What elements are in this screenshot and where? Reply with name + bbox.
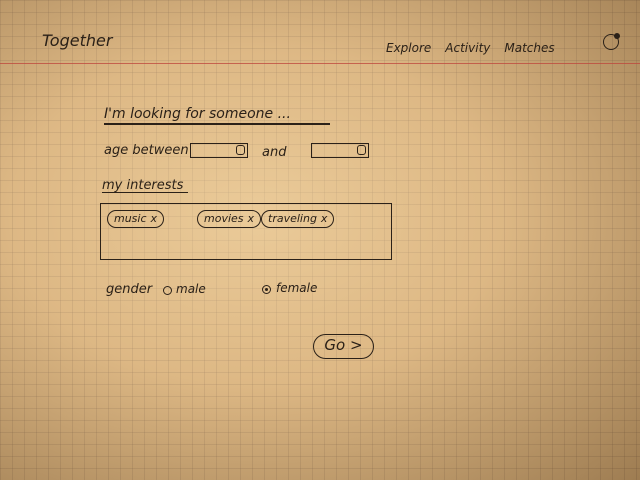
remove-tag-icon[interactable]: x	[321, 212, 328, 225]
remove-tag-icon[interactable]: x	[248, 212, 255, 225]
interest-tag-label: movies	[204, 212, 244, 225]
interests-label: my interests	[102, 178, 184, 193]
gender-label: gender	[106, 282, 153, 297]
and-label: and	[262, 145, 287, 160]
gender-female-label[interactable]: female	[276, 281, 317, 295]
interests-input[interactable]: music x movies x traveling x	[100, 203, 392, 260]
nav-matches[interactable]: Matches	[504, 41, 554, 55]
age-max-stepper[interactable]	[311, 143, 369, 158]
interest-tag: movies x	[197, 210, 262, 228]
close-circle-icon[interactable]	[603, 33, 620, 50]
gender-female-radio[interactable]	[262, 285, 271, 294]
title-underline	[104, 123, 330, 125]
nav-activity[interactable]: Activity	[445, 41, 490, 55]
age-min-stepper[interactable]	[190, 143, 248, 158]
stepper-arrows-icon[interactable]	[357, 145, 366, 155]
app-logo: Together	[42, 31, 113, 50]
interest-tag: music x	[107, 210, 165, 228]
interest-tag-label: traveling	[268, 212, 317, 225]
gender-male-radio[interactable]	[163, 286, 172, 295]
age-between-label: age between	[104, 143, 189, 158]
top-nav: Explore Activity Matches	[386, 41, 555, 55]
stepper-arrows-icon[interactable]	[236, 145, 245, 155]
interest-tag: traveling x	[261, 210, 335, 228]
nav-explore[interactable]: Explore	[386, 41, 431, 55]
gender-male-label[interactable]: male	[176, 282, 206, 296]
remove-tag-icon[interactable]: x	[151, 212, 158, 225]
interest-tag-label: music	[114, 212, 147, 225]
go-button[interactable]: Go >	[313, 334, 374, 359]
page-title: I'm looking for someone ...	[104, 106, 291, 122]
header-divider	[0, 63, 640, 64]
interests-underline	[102, 192, 188, 193]
